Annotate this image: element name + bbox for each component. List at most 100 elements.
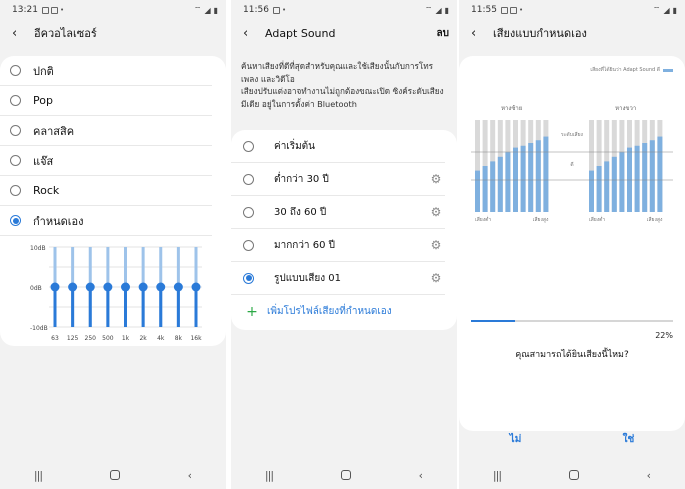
eq-band-label: 125 — [67, 335, 79, 342]
add-profile-label: เพิ่มโปรไฟล์เสียงที่กำหนดเอง — [267, 306, 392, 317]
radio-button[interactable] — [10, 185, 21, 196]
profile-item[interactable]: ต่ำกว่า 30 ปี ⚙ — [231, 163, 445, 196]
profile-item[interactable]: รูปแบบเสียง 01 ⚙ — [231, 262, 445, 295]
eq-band-label: 16k — [190, 335, 202, 342]
hearing-bar — [589, 170, 594, 212]
radio-button[interactable] — [243, 206, 254, 218]
radio-button[interactable] — [10, 95, 21, 106]
profile-item[interactable]: ค่าเริ่มต้น — [231, 130, 445, 163]
ear-label: หางซ้าย — [501, 105, 522, 112]
adapt-sound-description: ค้นหาเสียงที่ดีที่สุดสำหรับคุณและใช้เสีย… — [241, 61, 444, 109]
eq-slider-knob[interactable] — [85, 282, 95, 292]
radio-button[interactable] — [10, 215, 21, 226]
eq-slider-knob[interactable] — [138, 282, 148, 292]
progress-fill — [471, 320, 516, 322]
hearing-bar — [490, 161, 496, 212]
mid-label: ดี — [570, 161, 573, 168]
radio-button[interactable] — [243, 272, 254, 284]
back-arrow-icon[interactable]: ‹ — [471, 26, 493, 41]
hearing-bar — [482, 166, 488, 212]
back-arrow-icon[interactable]: ‹ — [243, 26, 265, 41]
preset-item[interactable]: คลาสสิค — [0, 116, 212, 146]
eq-slider-knob[interactable] — [191, 282, 201, 292]
profile-item[interactable]: มากกว่า 60 ปี ⚙ — [231, 229, 445, 262]
preset-item[interactable]: Pop — [0, 86, 212, 116]
back-nav-icon[interactable]: ‹ — [419, 469, 423, 482]
radio-button[interactable] — [10, 65, 21, 76]
radio-button[interactable] — [243, 239, 254, 251]
eq-slider-knob[interactable] — [50, 282, 60, 292]
settings-gear-icon[interactable]: ⚙ — [427, 238, 445, 252]
preset-label: ปกติ — [33, 64, 54, 78]
app-bar: ‹ เสียงแบบกำหนดเอง — [459, 20, 685, 46]
home-icon[interactable] — [109, 470, 120, 480]
hearing-chart: หางซ้ายเสียงต่ำ เสียงสูง หางขวาเสียงต่ำ เสี… — [471, 105, 673, 223]
hearing-bar — [475, 170, 480, 212]
wifi-icon: ⌔ — [652, 5, 661, 14]
notification-icon — [500, 6, 508, 14]
hearing-bar — [505, 152, 511, 212]
axis-label-high: เสียงสูง — [533, 216, 549, 223]
wifi-icon: ⌔ — [424, 5, 433, 14]
settings-gear-icon[interactable]: ⚙ — [427, 172, 445, 186]
preset-item[interactable]: กำหนดเอง — [0, 206, 212, 236]
add-profile-button[interactable]: + เพิ่มโปรไฟล์เสียงที่กำหนดเอง — [231, 295, 445, 328]
eq-slider-knob[interactable] — [103, 282, 113, 292]
preset-list: ปกติ Pop คลาสสิคแจ๊ส Rock กำหนดเอง — [0, 56, 226, 236]
preset-item[interactable]: แจ๊ส — [0, 146, 212, 176]
eq-band-label: 2k — [139, 335, 147, 342]
eq-band-label: 500 — [102, 335, 114, 342]
progress-percent: 22% — [655, 331, 673, 340]
radio-button[interactable] — [10, 125, 21, 136]
hearing-bar — [642, 143, 648, 212]
profile-label: ต่ำกว่า 30 ปี — [274, 173, 329, 185]
radio-button[interactable] — [243, 140, 254, 152]
recent-apps-icon[interactable]: ||| — [493, 469, 502, 482]
back-arrow-icon[interactable]: ‹ — [12, 26, 34, 41]
settings-gear-icon[interactable]: ⚙ — [427, 205, 445, 219]
radio-button[interactable] — [10, 155, 21, 166]
battery-icon: ▮ — [672, 5, 677, 15]
navigation-bar: ||| ‹ — [231, 461, 457, 489]
mid-label: ระดับเสียง — [561, 131, 583, 138]
eq-slider-knob[interactable] — [156, 282, 166, 292]
axis-label-high: เสียงสูง — [647, 216, 663, 223]
recent-apps-icon[interactable]: ||| — [34, 469, 43, 482]
recent-apps-icon[interactable]: ||| — [265, 469, 274, 482]
preset-item[interactable]: Rock — [0, 176, 212, 206]
axis-label-low: เสียงต่ำ — [475, 216, 491, 223]
profile-list: ค่าเริ่มต้น ต่ำกว่า 30 ปี ⚙ 30 ถึง 60 ปี ⚙ มา… — [231, 130, 457, 330]
preset-item[interactable]: ปกติ — [0, 56, 212, 86]
profile-item[interactable]: 30 ถึง 60 ปี ⚙ — [231, 196, 445, 229]
navigation-bar: ||| ‹ — [0, 461, 226, 489]
radio-button[interactable] — [243, 173, 254, 185]
plus-icon: + — [246, 303, 258, 320]
delete-button[interactable]: ลบ — [437, 26, 449, 41]
eq-slider-knob[interactable] — [68, 282, 78, 292]
eq-band-label: 8k — [175, 335, 183, 342]
page-title: อีควอไลเซอร์ — [34, 27, 97, 40]
hearing-bar — [634, 145, 640, 212]
profile-label: ค่าเริ่มต้น — [274, 140, 316, 152]
no-button[interactable]: ไม่ — [510, 432, 522, 447]
back-nav-icon[interactable]: ‹ — [188, 469, 192, 482]
eq-db-label: -10dB — [30, 325, 48, 332]
preset-label: Pop — [33, 94, 53, 107]
home-icon[interactable] — [568, 470, 579, 480]
settings-gear-icon[interactable]: ⚙ — [427, 271, 445, 285]
page-title: Adapt Sound — [265, 26, 336, 40]
dot-icon: • — [518, 6, 524, 14]
eq-slider-knob[interactable] — [121, 282, 130, 292]
profile-label: รูปแบบเสียง 01 — [274, 272, 342, 284]
yes-button[interactable]: ใช่ — [623, 432, 635, 447]
ear-label: หางขวา — [615, 105, 636, 112]
page-title: เสียงแบบกำหนดเอง — [493, 27, 587, 40]
home-icon[interactable] — [340, 470, 351, 480]
notification-icon — [41, 6, 49, 14]
preset-label: คลาสสิค — [33, 124, 75, 138]
eq-slider-knob[interactable] — [173, 282, 183, 292]
battery-icon: ▮ — [444, 5, 449, 15]
back-nav-icon[interactable]: ‹ — [647, 469, 651, 482]
preset-label: แจ๊ส — [33, 154, 54, 168]
signal-icon: ◢ — [663, 5, 670, 15]
